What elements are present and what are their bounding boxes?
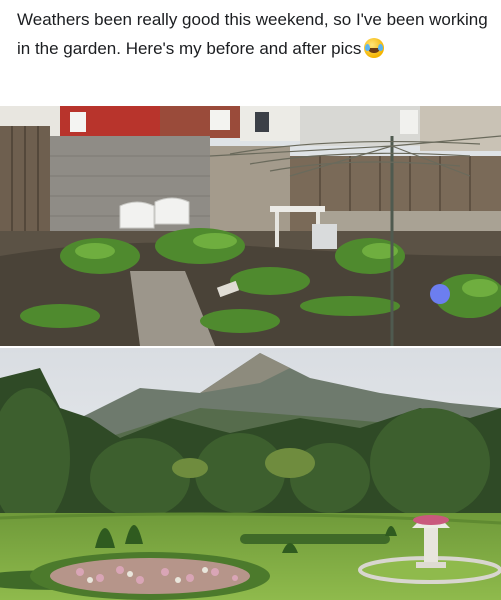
caption-text: Weathers been really good this weekend, … xyxy=(17,10,488,58)
before-photo xyxy=(0,106,501,346)
laughing-emoji-icon xyxy=(364,37,385,58)
post-caption: Weathers been really good this weekend, … xyxy=(17,6,492,63)
after-photo xyxy=(0,348,501,600)
